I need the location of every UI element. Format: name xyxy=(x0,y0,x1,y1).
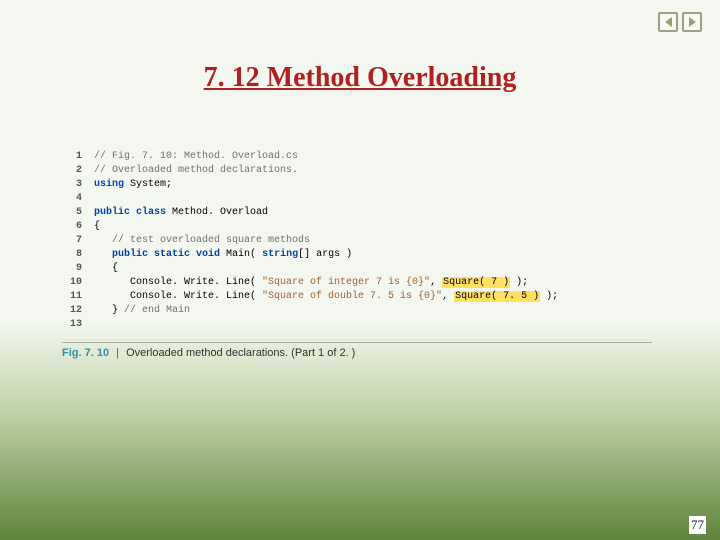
line-content: public class Method. Overload xyxy=(94,206,268,220)
code-line: 6{ xyxy=(62,220,652,234)
line-content: Console. Write. Line( "Square of integer… xyxy=(94,276,528,290)
line-number: 1 xyxy=(62,150,82,164)
code-line: 4 xyxy=(62,192,652,206)
triangle-right-icon xyxy=(689,17,696,27)
line-number: 11 xyxy=(62,290,82,304)
prev-button[interactable] xyxy=(658,12,678,32)
line-content: // Fig. 7. 10: Method. Overload.cs xyxy=(94,150,298,164)
line-number: 5 xyxy=(62,206,82,220)
line-content: { xyxy=(94,262,118,276)
code-listing: 1 // Fig. 7. 10: Method. Overload.cs 2 // O… xyxy=(62,150,652,332)
code-figure: 1 // Fig. 7. 10: Method. Overload.cs 2 // O… xyxy=(62,150,652,359)
line-content: } // end Main xyxy=(94,304,190,318)
figure-separator: | xyxy=(116,347,119,359)
line-number: 9 xyxy=(62,262,82,276)
code-line: 2 // Overloaded method declarations. xyxy=(62,164,652,178)
nav-arrows xyxy=(658,12,702,32)
line-number: 13 xyxy=(62,318,82,332)
code-line: 8 public static void Main( string[] args… xyxy=(62,248,652,262)
line-content xyxy=(94,192,100,206)
figure-label: Fig. 7. 10 xyxy=(62,347,109,359)
line-content: Console. Write. Line( "Square of double … xyxy=(94,290,558,304)
code-line: 10 Console. Write. Line( "Square of inte… xyxy=(62,276,652,290)
code-line: 13 xyxy=(62,318,652,332)
line-content: // test overloaded square methods xyxy=(94,234,310,248)
line-number: 10 xyxy=(62,276,82,290)
line-content xyxy=(94,318,100,332)
page-title: 7. 12 Method Overloading xyxy=(0,62,720,94)
triangle-left-icon xyxy=(665,17,672,27)
code-line: 11 Console. Write. Line( "Square of doub… xyxy=(62,290,652,304)
line-number: 12 xyxy=(62,304,82,318)
line-content: using System; xyxy=(94,178,172,192)
line-number: 3 xyxy=(62,178,82,192)
code-line: 9 { xyxy=(62,262,652,276)
line-number: 6 xyxy=(62,220,82,234)
line-number: 2 xyxy=(62,164,82,178)
code-line: 1 // Fig. 7. 10: Method. Overload.cs xyxy=(62,150,652,164)
line-content: { xyxy=(94,220,100,234)
figure-caption-text: Overloaded method declarations. (Part 1 … xyxy=(126,347,355,359)
code-line: 3 using System; xyxy=(62,178,652,192)
line-number: 7 xyxy=(62,234,82,248)
line-number: 4 xyxy=(62,192,82,206)
page-number: 77 xyxy=(689,516,706,534)
line-content: public static void Main( string[] args ) xyxy=(94,248,352,262)
code-line: 7 // test overloaded square methods xyxy=(62,234,652,248)
line-content: // Overloaded method declarations. xyxy=(94,164,298,178)
line-number: 8 xyxy=(62,248,82,262)
next-button[interactable] xyxy=(682,12,702,32)
code-line: 12 } // end Main xyxy=(62,304,652,318)
code-line: 5 public class Method. Overload xyxy=(62,206,652,220)
figure-caption: Fig. 7. 10 | Overloaded method declarati… xyxy=(62,342,652,359)
